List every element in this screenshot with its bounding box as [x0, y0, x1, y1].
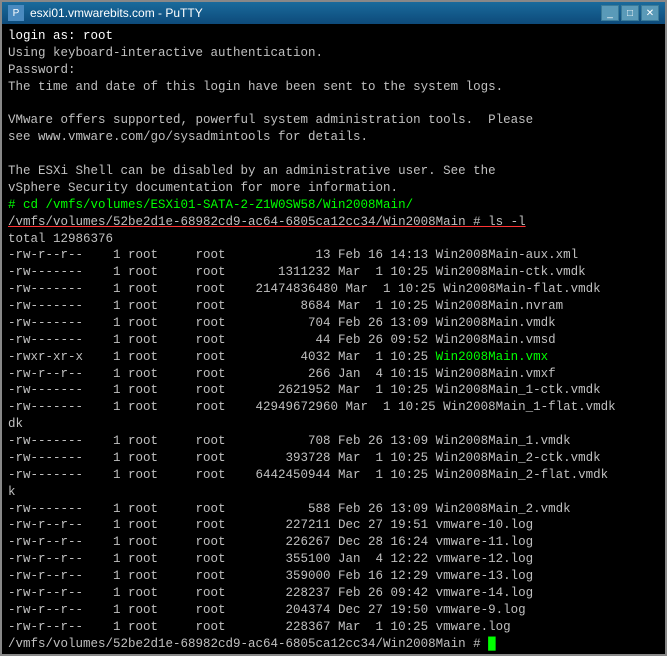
line-17: -rw------- 1 root root 8684 Mar 1 10:25 …	[8, 298, 659, 315]
line-23b: dk	[8, 416, 659, 433]
line-14: -rw-r--r-- 1 root root 13 Feb 16 14:13 W…	[8, 247, 659, 264]
line-27: -rw------- 1 root root 588 Feb 26 13:09 …	[8, 501, 659, 518]
line-26: -rw------- 1 root root 6442450944 Mar 1 …	[8, 467, 659, 484]
line-33: -rw-r--r-- 1 root root 204374 Dec 27 19:…	[8, 602, 659, 619]
putty-window: P esxi01.vmwarebits.com - PuTTY _ □ ✕ lo…	[0, 0, 667, 656]
line-35: /vmfs/volumes/52be2d1e-68982cd9-ac64-680…	[8, 636, 659, 653]
terminal-output[interactable]: login as: root Using keyboard-interactiv…	[2, 24, 665, 654]
line-3: Password:	[8, 62, 659, 79]
title-bar: P esxi01.vmwarebits.com - PuTTY _ □ ✕	[2, 2, 665, 24]
line-6: VMware offers supported, powerful system…	[8, 112, 659, 129]
line-30: -rw-r--r-- 1 root root 355100 Jan 4 12:2…	[8, 551, 659, 568]
line-19: -rw------- 1 root root 44 Feb 26 09:52 W…	[8, 332, 659, 349]
line-22: -rw------- 1 root root 2621952 Mar 1 10:…	[8, 382, 659, 399]
line-21: -rw-r--r-- 1 root root 266 Jan 4 10:15 W…	[8, 366, 659, 383]
line-15: -rw------- 1 root root 1311232 Mar 1 10:…	[8, 264, 659, 281]
line-26b: k	[8, 484, 659, 501]
title-controls[interactable]: _ □ ✕	[601, 5, 659, 21]
line-7: see www.vmware.com/go/sysadmintools for …	[8, 129, 659, 146]
line-12: /vmfs/volumes/52be2d1e-68982cd9-ac64-680…	[8, 214, 659, 231]
maximize-button[interactable]: □	[621, 5, 639, 21]
line-5	[8, 96, 659, 113]
line-2: Using keyboard-interactive authenticatio…	[8, 45, 659, 62]
line-31: -rw-r--r-- 1 root root 359000 Feb 16 12:…	[8, 568, 659, 585]
line-20: -rwxr-xr-x 1 root root 4032 Mar 1 10:25 …	[8, 349, 659, 366]
line-18: -rw------- 1 root root 704 Feb 26 13:09 …	[8, 315, 659, 332]
line-34: -rw-r--r-- 1 root root 228367 Mar 1 10:2…	[8, 619, 659, 636]
line-4: The time and date of this login have bee…	[8, 79, 659, 96]
line-23: -rw------- 1 root root 42949672960 Mar 1…	[8, 399, 659, 416]
line-29: -rw-r--r-- 1 root root 226267 Dec 28 16:…	[8, 534, 659, 551]
line-24: -rw------- 1 root root 708 Feb 26 13:09 …	[8, 433, 659, 450]
minimize-button[interactable]: _	[601, 5, 619, 21]
line-13: total 12986376	[8, 231, 659, 248]
line-25: -rw------- 1 root root 393728 Mar 1 10:2…	[8, 450, 659, 467]
line-32: -rw-r--r-- 1 root root 228237 Feb 26 09:…	[8, 585, 659, 602]
putty-icon: P	[8, 5, 24, 21]
line-10: vSphere Security documentation for more …	[8, 180, 659, 197]
line-9: The ESXi Shell can be disabled by an adm…	[8, 163, 659, 180]
close-button[interactable]: ✕	[641, 5, 659, 21]
line-8	[8, 146, 659, 163]
line-1: login as: root	[8, 28, 659, 45]
window-title: esxi01.vmwarebits.com - PuTTY	[30, 6, 203, 20]
line-11: # cd /vmfs/volumes/ESXi01-SATA-2-Z1W0SW5…	[8, 197, 659, 214]
title-bar-left: P esxi01.vmwarebits.com - PuTTY	[8, 5, 203, 21]
line-28: -rw-r--r-- 1 root root 227211 Dec 27 19:…	[8, 517, 659, 534]
line-16: -rw------- 1 root root 21474836480 Mar 1…	[8, 281, 659, 298]
